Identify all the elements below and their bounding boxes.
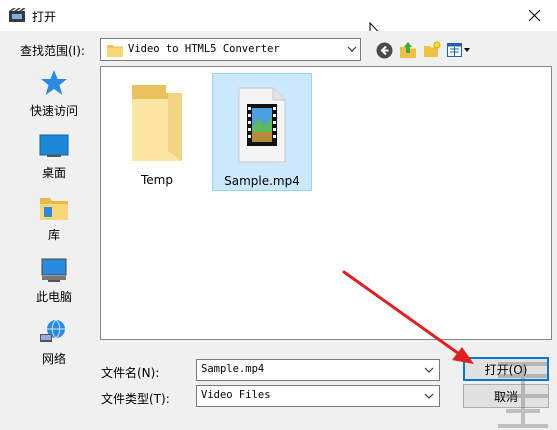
watermark-logo: [498, 362, 548, 428]
new-folder-icon: [424, 41, 441, 57]
place-label: 此电脑: [35, 290, 72, 304]
filetype-value: Video Files: [201, 389, 271, 401]
up-folder-button[interactable]: [398, 40, 418, 60]
up-folder-icon: [400, 42, 416, 58]
filetype-select[interactable]: Video Files: [196, 385, 440, 407]
place-label: 桌面: [41, 166, 66, 180]
back-arrow-icon: [376, 42, 392, 58]
star-icon: [41, 70, 67, 95]
file-item-temp[interactable]: Temp: [107, 73, 207, 191]
file-name: Sample.mp4: [224, 174, 300, 188]
place-this-pc[interactable]: 此电脑: [14, 256, 94, 316]
lookin-value: Video to HTML5 Converter: [128, 43, 280, 55]
place-label: 库: [47, 228, 60, 242]
folder-icon: [107, 45, 123, 57]
app-icon: [9, 8, 25, 22]
network-icon: [40, 319, 65, 342]
chevron-down-icon[interactable]: [347, 45, 357, 53]
place-label: 快速访问: [29, 104, 78, 118]
close-icon: [528, 10, 540, 21]
place-network[interactable]: 网络: [14, 318, 94, 378]
close-button[interactable]: [511, 0, 557, 31]
window-title: 打开: [32, 10, 57, 24]
view-menu-button[interactable]: [446, 40, 472, 60]
file-item-sample-mp4[interactable]: Sample.mp4: [212, 73, 312, 191]
filetype-label: 文件类型(T):: [101, 392, 170, 406]
chevron-down-icon[interactable]: [421, 361, 437, 379]
place-libraries[interactable]: 库: [14, 194, 94, 254]
filename-value: Sample.mp4: [201, 363, 265, 375]
place-label: 网络: [41, 352, 66, 366]
place-desktop[interactable]: 桌面: [14, 132, 94, 192]
lookin-combobox[interactable]: Video to HTML5 Converter: [100, 38, 361, 61]
title-bar: 打开: [0, 0, 557, 31]
computer-icon: [41, 258, 67, 282]
back-button[interactable]: [374, 40, 394, 60]
file-list[interactable]: Temp Sample.mp4: [100, 66, 552, 340]
video-file-icon: [238, 87, 286, 163]
filename-combobox[interactable]: Sample.mp4: [196, 359, 440, 381]
view-grid-icon: [447, 43, 470, 57]
desktop-icon: [39, 134, 69, 157]
chevron-down-icon[interactable]: [421, 387, 437, 405]
lookin-label: 查找范围(I):: [20, 44, 85, 58]
new-folder-button[interactable]: [422, 40, 442, 60]
filename-label: 文件名(N):: [101, 366, 160, 380]
library-icon: [40, 198, 68, 220]
places-bar: 快速访问 桌面 库 此电脑 网络: [14, 66, 94, 376]
file-name: Temp: [141, 173, 173, 187]
folder-icon: [132, 85, 182, 161]
place-quick-access[interactable]: 快速访问: [14, 68, 94, 128]
